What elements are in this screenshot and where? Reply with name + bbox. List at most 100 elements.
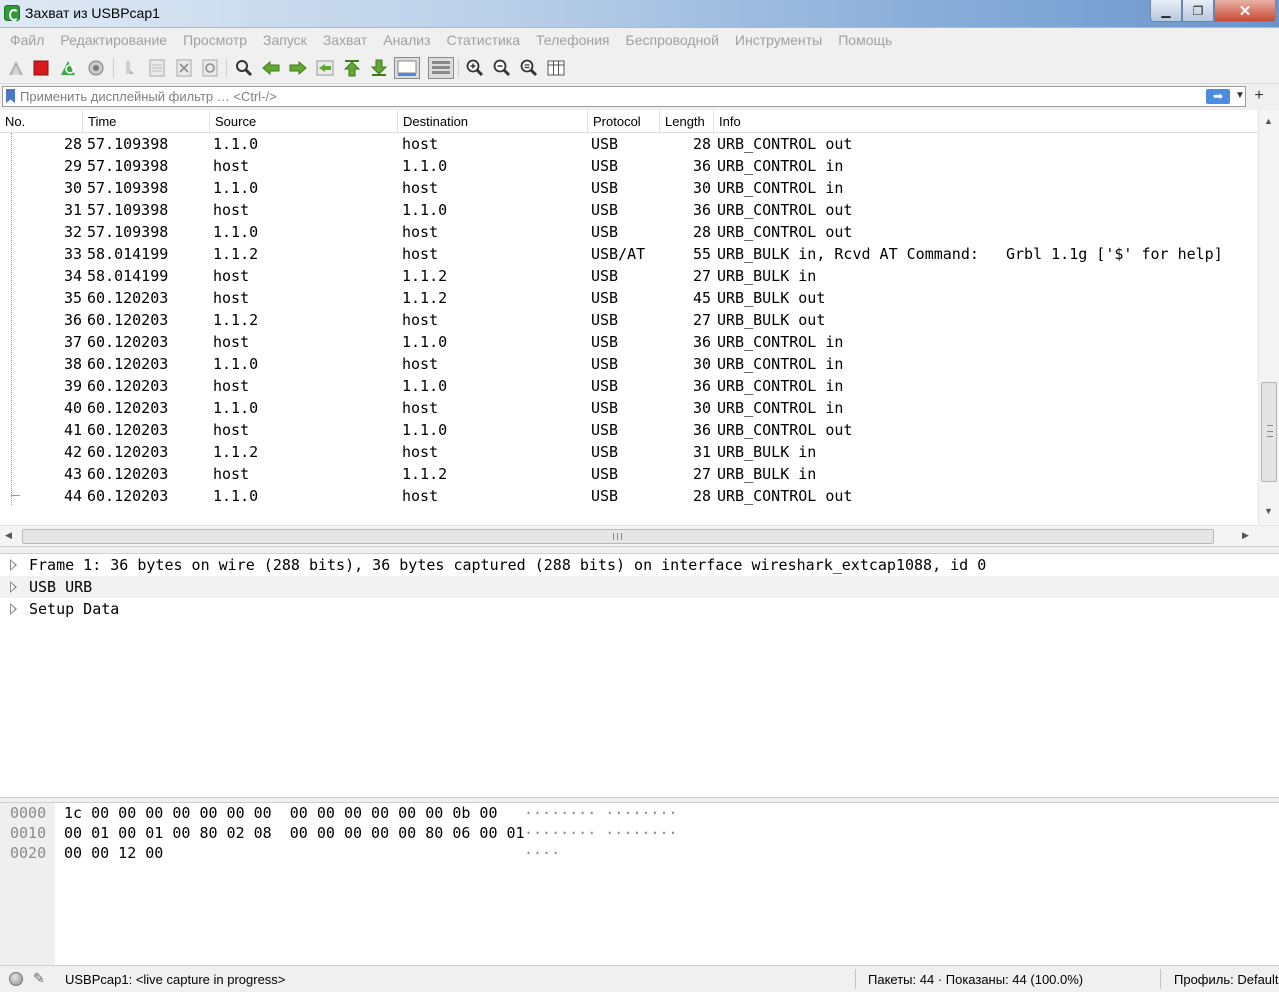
- packet-protocol: USB: [591, 377, 619, 395]
- add-filter-button[interactable]: +: [1250, 86, 1268, 106]
- packet-row[interactable]: 28 57.109398 1.1.0 host USB 28 URB_CONTROL out: [0, 133, 1258, 155]
- menu-item[interactable]: Инструменты: [727, 32, 830, 48]
- menu-item[interactable]: Запуск: [255, 32, 315, 48]
- close-window-button[interactable]: ✕: [1214, 0, 1276, 22]
- column-header-length[interactable]: Length: [660, 110, 714, 133]
- find-packet-icon[interactable]: [234, 58, 254, 78]
- column-header-no[interactable]: No.: [0, 110, 83, 133]
- expand-arrow-icon[interactable]: [10, 559, 18, 571]
- save-file-icon[interactable]: [147, 58, 167, 78]
- column-header-info[interactable]: Info: [714, 110, 1258, 133]
- detail-tree-item[interactable]: USB URB: [0, 576, 1279, 598]
- horizontal-scroll-thumb[interactable]: [22, 529, 1214, 544]
- bytes-ascii[interactable]: ········ ········: [524, 823, 678, 843]
- column-header-time[interactable]: Time: [83, 110, 210, 133]
- zoom-in-icon[interactable]: [465, 58, 485, 78]
- vertical-scroll-thumb[interactable]: [1261, 382, 1277, 482]
- packet-row[interactable]: 29 57.109398 host 1.1.0 USB 36 URB_CONTROL in: [0, 155, 1258, 177]
- packet-number: 39: [63, 377, 82, 395]
- chevron-down-icon[interactable]: ▼: [1235, 90, 1245, 101]
- packet-row[interactable]: 42 60.120203 1.1.2 host USB 31 URB_BULK in: [0, 441, 1258, 463]
- restart-capture-icon[interactable]: [58, 58, 78, 78]
- menu-item[interactable]: Анализ: [375, 32, 438, 48]
- expert-info-led-icon[interactable]: [9, 972, 23, 986]
- go-forward-icon[interactable]: [288, 58, 308, 78]
- detail-tree-item[interactable]: Setup Data: [0, 598, 1279, 620]
- packet-row[interactable]: 37 60.120203 host 1.1.0 USB 36 URB_CONTROL in: [0, 331, 1258, 353]
- column-header-protocol[interactable]: Protocol: [588, 110, 660, 133]
- resize-columns-icon[interactable]: [546, 58, 566, 78]
- scroll-left-icon[interactable]: ◀: [5, 530, 12, 541]
- bytes-ascii[interactable]: ····: [524, 843, 560, 863]
- packet-list-horizontal-scrollbar[interactable]: ◀ ▶: [0, 525, 1279, 546]
- capture-options-icon[interactable]: [86, 58, 106, 78]
- menu-item[interactable]: Телефония: [528, 32, 617, 48]
- bytes-hex[interactable]: 00 00 12 00: [64, 843, 163, 863]
- packet-row[interactable]: 39 60.120203 host 1.1.0 USB 36 URB_CONTROL in: [0, 375, 1258, 397]
- maximize-button[interactable]: ❐: [1182, 0, 1214, 22]
- open-file-icon[interactable]: [120, 58, 140, 78]
- expand-arrow-icon[interactable]: [10, 603, 18, 615]
- packet-length: 28: [692, 487, 711, 505]
- packet-row[interactable]: 30 57.109398 1.1.0 host USB 30 URB_CONTROL in: [0, 177, 1258, 199]
- packet-length: 30: [692, 179, 711, 197]
- bytes-offset[interactable]: 0010: [10, 823, 46, 843]
- minimize-button[interactable]: ▁: [1150, 0, 1182, 22]
- packet-list-vertical-scrollbar[interactable]: ▲ ▼: [1258, 110, 1279, 525]
- display-filter-bar: ➡ ▼ +: [0, 84, 1279, 110]
- menu-item[interactable]: Редактирование: [52, 32, 175, 48]
- packet-row[interactable]: 43 60.120203 host 1.1.2 USB 27 URB_BULK in: [0, 463, 1258, 485]
- start-capture-icon[interactable]: [6, 58, 26, 78]
- menu-item[interactable]: Статистика: [439, 32, 529, 48]
- stop-capture-icon[interactable]: [31, 58, 51, 78]
- apply-filter-arrow-icon[interactable]: ➡: [1206, 89, 1230, 104]
- packet-row[interactable]: 36 60.120203 1.1.2 host USB 27 URB_BULK out: [0, 309, 1258, 331]
- scroll-down-icon[interactable]: ▼: [1264, 506, 1273, 516]
- normal-size-icon[interactable]: [519, 58, 539, 78]
- packet-source: host: [213, 421, 250, 439]
- go-back-icon[interactable]: [261, 58, 281, 78]
- packet-row[interactable]: 32 57.109398 1.1.0 host USB 28 URB_CONTROL out: [0, 221, 1258, 243]
- close-file-icon[interactable]: [174, 58, 194, 78]
- menu-item[interactable]: Помощь: [830, 32, 900, 48]
- profile-status[interactable]: Профиль: Default: [1174, 972, 1279, 987]
- packet-row[interactable]: 38 60.120203 1.1.0 host USB 30 URB_CONTROL in: [0, 353, 1258, 375]
- reload-file-icon[interactable]: [200, 58, 220, 78]
- bytes-ascii[interactable]: ········ ········: [524, 803, 678, 823]
- menu-item[interactable]: Просмотр: [175, 32, 255, 48]
- bytes-offset[interactable]: 0020: [10, 843, 46, 863]
- column-header-destination[interactable]: Destination: [398, 110, 588, 133]
- zoom-out-icon[interactable]: [492, 58, 512, 78]
- first-packet-icon[interactable]: [342, 58, 362, 78]
- packet-row[interactable]: 40 60.120203 1.1.0 host USB 30 URB_CONTROL in: [0, 397, 1258, 419]
- packet-row[interactable]: 34 58.014199 host 1.1.2 USB 27 URB_BULK in: [0, 265, 1258, 287]
- autoscroll-icon[interactable]: [394, 57, 420, 79]
- packet-row[interactable]: 35 60.120203 host 1.1.2 USB 45 URB_BULK out: [0, 287, 1258, 309]
- bytes-hex[interactable]: 00 01 00 01 00 80 02 08 00 00 00 00 00 8…: [64, 823, 525, 843]
- pane-splitter[interactable]: [0, 546, 1279, 554]
- packet-number: 37: [63, 333, 82, 351]
- packet-row[interactable]: 41 60.120203 host 1.1.0 USB 36 URB_CONTROL out: [0, 419, 1258, 441]
- bytes-hex[interactable]: 1c 00 00 00 00 00 00 00 00 00 00 00 00 0…: [64, 803, 497, 823]
- packet-row[interactable]: 44 60.120203 1.1.0 host USB 28 URB_CONTROL out: [0, 485, 1258, 507]
- bytes-offset[interactable]: 0000: [10, 803, 46, 823]
- expand-arrow-icon[interactable]: [10, 581, 18, 593]
- menu-item[interactable]: Файл: [2, 32, 52, 48]
- column-header-source[interactable]: Source: [210, 110, 398, 133]
- last-packet-icon[interactable]: [369, 58, 389, 78]
- packet-row[interactable]: 31 57.109398 host 1.1.0 USB 36 URB_CONTROL out: [0, 199, 1258, 221]
- colorize-icon[interactable]: [428, 57, 454, 79]
- menu-item[interactable]: Захват: [315, 32, 375, 48]
- detail-tree-item[interactable]: Frame 1: 36 bytes on wire (288 bits), 36…: [0, 554, 1279, 576]
- packet-row[interactable]: 33 58.014199 1.1.2 host USB/AT 55 URB_BULK in,…: [0, 243, 1258, 265]
- filter-bookmark-icon[interactable]: [6, 89, 15, 103]
- go-to-packet-icon[interactable]: [315, 58, 335, 78]
- display-filter-input[interactable]: [20, 88, 1200, 105]
- scroll-up-icon[interactable]: ▲: [1264, 116, 1273, 126]
- menu-item[interactable]: Беспроводной: [618, 32, 727, 48]
- packet-destination: host: [402, 311, 439, 329]
- scroll-right-icon[interactable]: ▶: [1242, 530, 1249, 541]
- capture-comment-icon[interactable]: ✎: [33, 970, 45, 987]
- packet-time: 60.120203: [87, 333, 169, 351]
- packet-source: host: [213, 267, 250, 285]
